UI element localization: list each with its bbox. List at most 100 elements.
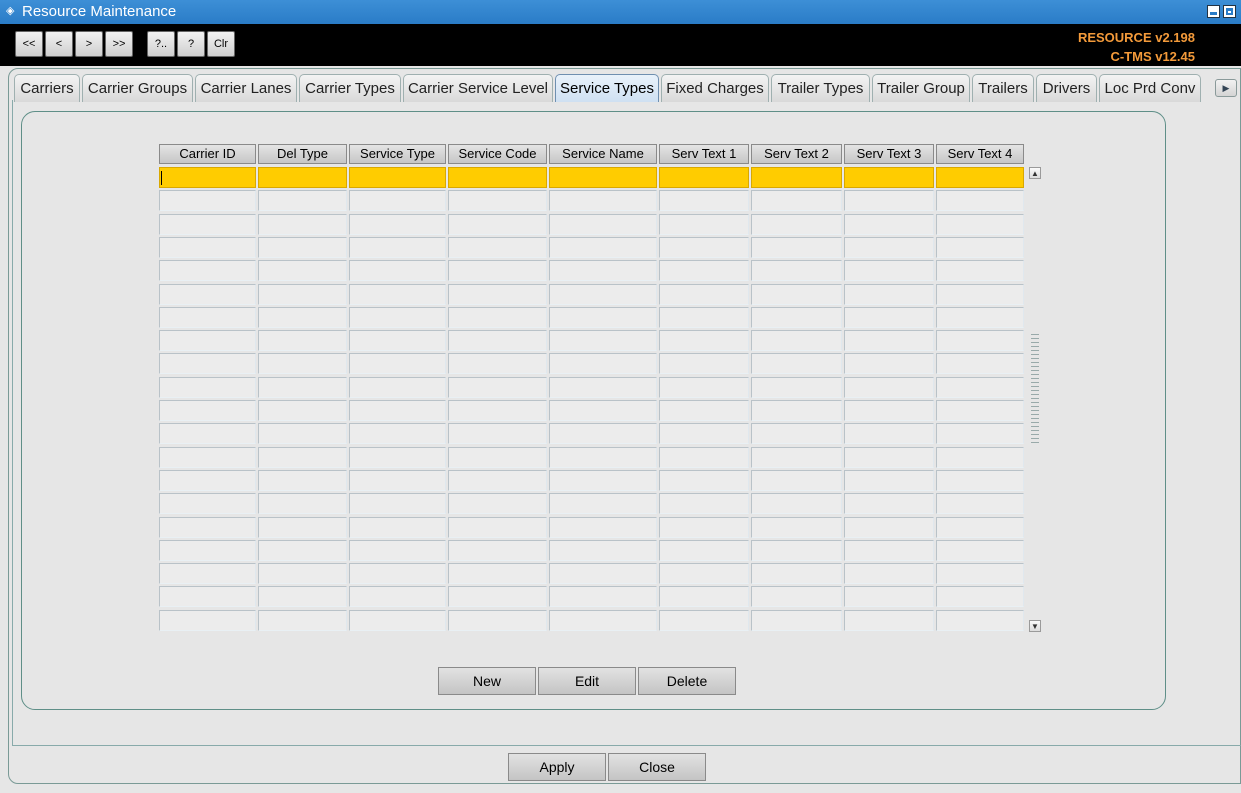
column-header-service-type[interactable]: Service Type [349,144,446,164]
column-header-serv-text-4[interactable]: Serv Text 4 [936,144,1024,164]
help-button[interactable]: ? [177,31,205,57]
grid-cell-r9-c4[interactable] [549,377,657,398]
grid-cell-r4-c8[interactable] [936,260,1024,281]
grid-cell-r1-c5[interactable] [659,190,749,211]
apply-button[interactable]: Apply [508,753,606,781]
scroll-up-icon[interactable]: ▲ [1029,167,1041,179]
grid-cell-r8-c8[interactable] [936,353,1024,374]
grid-cell-r13-c6[interactable] [751,470,842,491]
grid-cell-r14-c2[interactable] [349,493,446,514]
tab-trailer-types[interactable]: Trailer Types [771,74,870,102]
grid-cell-r15-c4[interactable] [549,517,657,538]
grid-cell-r2-c3[interactable] [448,214,547,235]
grid-cell-r12-c3[interactable] [448,447,547,468]
scroll-down-icon[interactable]: ▼ [1029,620,1041,632]
tab-carriers[interactable]: Carriers [14,74,80,102]
grid-cell-r18-c1[interactable] [258,586,347,607]
grid-cell-r4-c2[interactable] [349,260,446,281]
grid-cell-r11-c7[interactable] [844,423,934,444]
grid-cell-r7-c6[interactable] [751,330,842,351]
grid-cell-r15-c0[interactable] [159,517,256,538]
grid-cell-r3-c0[interactable] [159,237,256,258]
column-header-serv-text-2[interactable]: Serv Text 2 [751,144,842,164]
grid-cell-r11-c6[interactable] [751,423,842,444]
grid-cell-r9-c8[interactable] [936,377,1024,398]
grid-cell-r19-c4[interactable] [549,610,657,631]
grid-cell-r11-c1[interactable] [258,423,347,444]
grid-cell-r2-c4[interactable] [549,214,657,235]
grid-cell-r11-c3[interactable] [448,423,547,444]
grid-cell-r2-c0[interactable] [159,214,256,235]
grid-cell-r7-c7[interactable] [844,330,934,351]
tab-trailer-group[interactable]: Trailer Group [872,74,970,102]
grid-cell-r0-c8[interactable] [936,167,1024,188]
tab-service-types[interactable]: Service Types [555,74,659,102]
grid-cell-r10-c3[interactable] [448,400,547,421]
grid-cell-r11-c5[interactable] [659,423,749,444]
grid-cell-r18-c4[interactable] [549,586,657,607]
grid-cell-r3-c8[interactable] [936,237,1024,258]
grid-cell-r2-c8[interactable] [936,214,1024,235]
grid-cell-r14-c5[interactable] [659,493,749,514]
clear-button[interactable]: Clr [207,31,235,57]
grid-cell-r16-c1[interactable] [258,540,347,561]
grid-cell-r15-c5[interactable] [659,517,749,538]
grid-cell-r19-c3[interactable] [448,610,547,631]
grid-cell-r5-c8[interactable] [936,284,1024,305]
grid-cell-r0-c4[interactable] [549,167,657,188]
grid-cell-r19-c0[interactable] [159,610,256,631]
grid-cell-r18-c6[interactable] [751,586,842,607]
grid-cell-r17-c6[interactable] [751,563,842,584]
grid-cell-r12-c2[interactable] [349,447,446,468]
grid-cell-r6-c7[interactable] [844,307,934,328]
grid-cell-r4-c7[interactable] [844,260,934,281]
grid-cell-r16-c3[interactable] [448,540,547,561]
grid-cell-r8-c6[interactable] [751,353,842,374]
grid-cell-r2-c6[interactable] [751,214,842,235]
grid-cell-r4-c3[interactable] [448,260,547,281]
grid-cell-r18-c2[interactable] [349,586,446,607]
grid-cell-r14-c3[interactable] [448,493,547,514]
grid-cell-r11-c0[interactable] [159,423,256,444]
grid-cell-r15-c8[interactable] [936,517,1024,538]
grid-cell-r6-c3[interactable] [448,307,547,328]
grid-cell-r17-c5[interactable] [659,563,749,584]
column-header-del-type[interactable]: Del Type [258,144,347,164]
grid-cell-r8-c1[interactable] [258,353,347,374]
grid-cell-r16-c4[interactable] [549,540,657,561]
next-record-button[interactable]: > [75,31,103,57]
grid-cell-r18-c8[interactable] [936,586,1024,607]
grid-cell-r17-c8[interactable] [936,563,1024,584]
grid-cell-r7-c3[interactable] [448,330,547,351]
grid-cell-r10-c5[interactable] [659,400,749,421]
grid-cell-r17-c7[interactable] [844,563,934,584]
grid-cell-r17-c4[interactable] [549,563,657,584]
grid-cell-r18-c3[interactable] [448,586,547,607]
grid-cell-r15-c2[interactable] [349,517,446,538]
grid-cell-r12-c4[interactable] [549,447,657,468]
grid-cell-r11-c4[interactable] [549,423,657,444]
tab-fixed-charges[interactable]: Fixed Charges [661,74,769,102]
grid-cell-r6-c5[interactable] [659,307,749,328]
edit-button[interactable]: Edit [538,667,636,695]
grid-cell-r5-c2[interactable] [349,284,446,305]
grid-cell-r5-c6[interactable] [751,284,842,305]
grid-cell-r11-c2[interactable] [349,423,446,444]
grid-cell-r15-c3[interactable] [448,517,547,538]
scroll-thumb[interactable] [1031,332,1039,444]
column-header-service-code[interactable]: Service Code [448,144,547,164]
grid-cell-r17-c0[interactable] [159,563,256,584]
grid-cell-r17-c2[interactable] [349,563,446,584]
grid-cell-r8-c5[interactable] [659,353,749,374]
grid-cell-r10-c1[interactable] [258,400,347,421]
grid-cell-r14-c0[interactable] [159,493,256,514]
first-record-button[interactable]: << [15,31,43,57]
grid-cell-r2-c2[interactable] [349,214,446,235]
grid-cell-r4-c0[interactable] [159,260,256,281]
tab-carrier-groups[interactable]: Carrier Groups [82,74,193,102]
grid-cell-r3-c4[interactable] [549,237,657,258]
grid-cell-r13-c2[interactable] [349,470,446,491]
grid-cell-r10-c4[interactable] [549,400,657,421]
minimize-icon[interactable] [1207,5,1220,18]
grid-cell-r0-c0[interactable] [159,167,256,188]
